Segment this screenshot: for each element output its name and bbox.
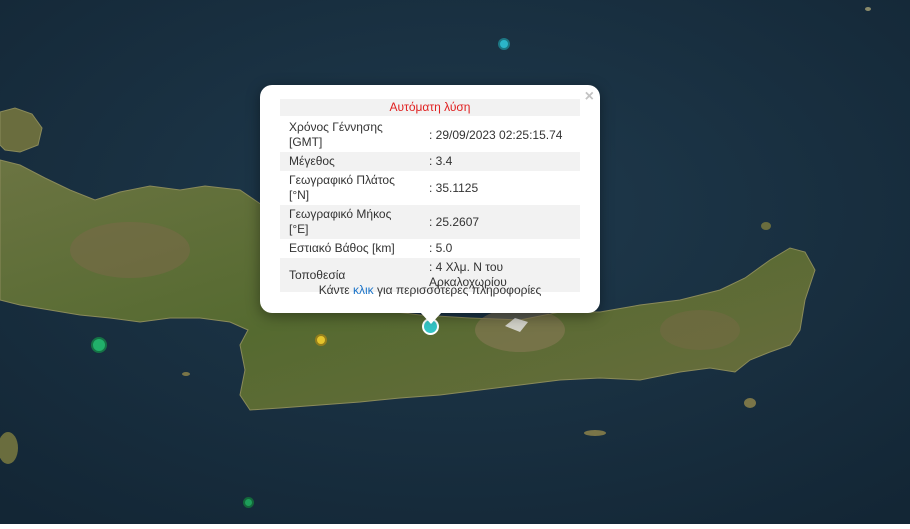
footer-text-after: για περισσότερες πληροφορίες — [373, 283, 542, 297]
mountain-east — [660, 310, 740, 350]
row-value: : 35.1125 — [429, 180, 479, 195]
row-label: Εστιακό Βάθος [km] — [289, 241, 395, 255]
islet-southeast — [744, 398, 756, 408]
islet-northeast — [761, 222, 771, 230]
marker-inland[interactable] — [315, 334, 327, 346]
row-label: Γεωγραφικό Μήκος [°E] — [280, 205, 420, 239]
close-icon[interactable]: × — [585, 88, 594, 106]
row-label: Γεωγραφικό Πλάτος [°N] — [289, 173, 395, 202]
table-row: Μέγεθος : 3.4 — [280, 152, 580, 171]
row-value: : 3.4 — [420, 152, 580, 171]
islet-west — [182, 372, 190, 376]
islet-far-north — [865, 7, 871, 11]
row-label: Χρόνος Γέννησης [GMT] — [289, 120, 383, 149]
footer-text-before: Κάντε — [318, 283, 353, 297]
earthquake-info-popup: × Αυτόματη λύση Χρόνος Γέννησης [GMT] : … — [260, 85, 600, 324]
popup-footer: Κάντε κλικ για περισσότερες πληροφορίες — [260, 283, 600, 297]
row-value: : 25.2607 — [420, 205, 580, 239]
table-row: Χρόνος Γέννησης [GMT] : 29/09/2023 02:25… — [280, 118, 580, 152]
table-row: Εστιακό Βάθος [km] : 5.0 — [280, 239, 580, 258]
row-value: : 5.0 — [429, 241, 453, 255]
popup-tip — [420, 312, 442, 324]
marker-south[interactable] — [243, 497, 254, 508]
islet-south — [584, 430, 606, 436]
popup-title: Αυτόματη λύση — [280, 99, 580, 116]
row-label: Μέγεθος — [280, 152, 420, 171]
table-row: Γεωγραφικό Μήκος [°E] : 25.2607 — [280, 205, 580, 239]
row-value: : 29/09/2023 02:25:15.74 — [429, 127, 563, 142]
earthquake-details-table: Χρόνος Γέννησης [GMT] : 29/09/2023 02:25… — [280, 118, 580, 292]
marker-west[interactable] — [91, 337, 107, 353]
table-row: Γεωγραφικό Πλάτος [°N] : 35.1125 — [280, 171, 580, 205]
more-info-link[interactable]: κλικ — [353, 283, 374, 297]
marker-north[interactable] — [498, 38, 510, 50]
mountain-west — [70, 222, 190, 278]
